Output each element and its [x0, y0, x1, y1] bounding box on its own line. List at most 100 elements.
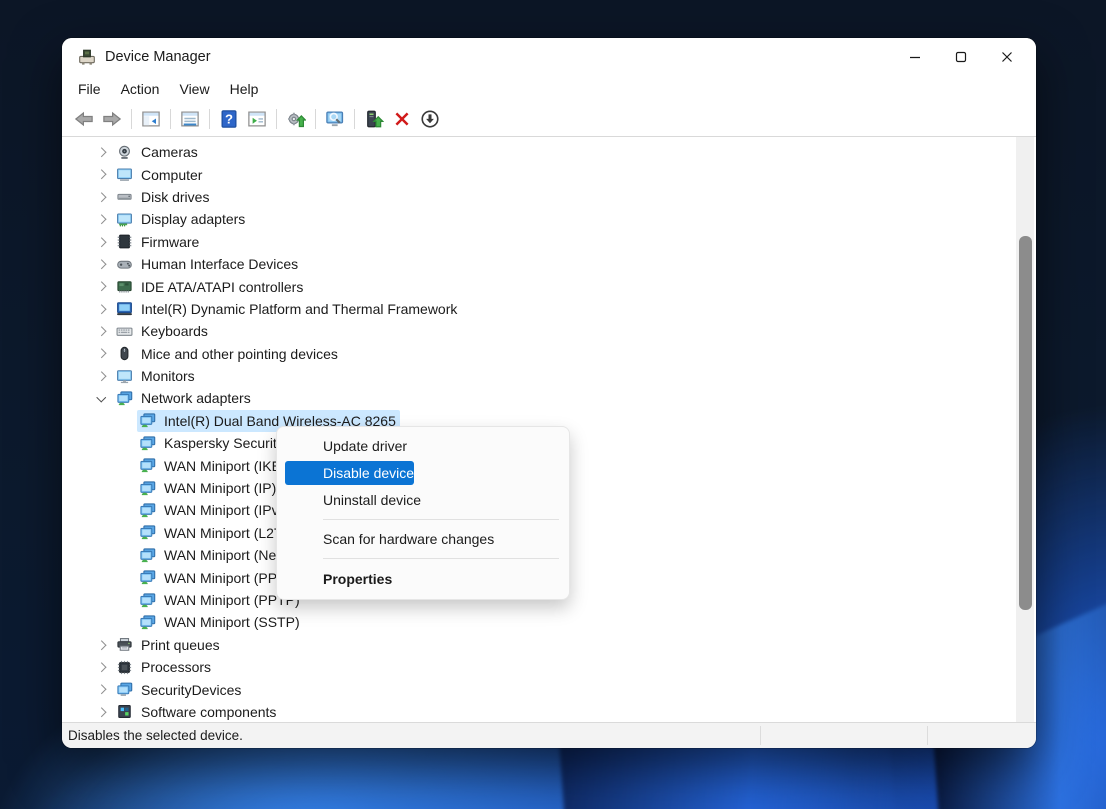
context-menu-item-properties[interactable]: Properties [277, 564, 569, 594]
tree-item-body: Cameras [114, 141, 202, 163]
thermal-platform-icon [116, 300, 133, 317]
tree-item[interactable]: Processors [62, 656, 1036, 678]
vertical-scrollbar[interactable] [1016, 137, 1034, 722]
toolbar: ? [62, 102, 1036, 137]
toolbar-separator [354, 109, 355, 129]
chevron-glyph [96, 663, 105, 672]
properties-window-icon [180, 109, 200, 129]
disable-circle-icon [420, 109, 440, 129]
scrollbar-thumb[interactable] [1019, 236, 1032, 610]
tree-item-body: Computer [114, 163, 206, 185]
toolbar-show-action-pane-button[interactable] [243, 106, 271, 133]
tree-item[interactable]: Keyboards [62, 320, 1036, 342]
context-menu-item-disable-device[interactable]: Disable device [285, 461, 414, 485]
tree-item[interactable]: Monitors [62, 365, 1036, 387]
chevron-right-icon[interactable] [94, 279, 110, 295]
menu-action[interactable]: Action [111, 78, 170, 100]
device-manager-icon [78, 48, 96, 66]
chevron-right-icon[interactable] [94, 234, 110, 250]
context-menu-separator [323, 519, 559, 520]
tree-item-body: Print queues [114, 634, 224, 656]
chevron-right-icon[interactable] [94, 704, 110, 720]
toolbar-update-device-driver-button[interactable] [360, 106, 388, 133]
chevron-glyph [96, 170, 105, 179]
menu-file[interactable]: File [68, 78, 111, 100]
chevron-right-icon[interactable] [94, 189, 110, 205]
tree-item[interactable]: WAN Miniport (SSTP) [62, 611, 1036, 633]
tree-item[interactable]: Display adapters [62, 208, 1036, 230]
chevron-down-icon[interactable] [94, 390, 110, 406]
context-menu-item-uninstall-device[interactable]: Uninstall device [277, 486, 569, 514]
toolbar-uninstall-device-button[interactable] [388, 106, 416, 133]
tree-item[interactable]: Network adapters [62, 387, 1036, 409]
close-button[interactable] [984, 38, 1030, 76]
uninstall-x-icon [392, 109, 412, 129]
status-bar: Disables the selected device. [62, 722, 1036, 748]
chevron-glyph [96, 707, 105, 716]
chevron-right-icon[interactable] [94, 144, 110, 160]
chevron-glyph [96, 349, 105, 358]
menu-help[interactable]: Help [220, 78, 269, 100]
tree-item-label: WAN Miniport (IP) [164, 480, 276, 496]
tree-item-body: Keyboards [114, 320, 212, 342]
tree-item-label: SecurityDevices [141, 682, 241, 698]
minimize-button[interactable] [892, 38, 938, 76]
toolbar-forward-button[interactable] [98, 106, 126, 133]
tree-item-label: Print queues [141, 637, 220, 653]
tree-item[interactable]: SecurityDevices [62, 678, 1036, 700]
toolbar-properties-button[interactable] [176, 106, 204, 133]
forward-arrow-icon [102, 109, 122, 129]
tree-item-body: Intel(R) Dynamic Platform and Thermal Fr… [114, 298, 461, 320]
chevron-right-icon[interactable] [94, 659, 110, 675]
tree-item[interactable]: Intel(R) Dynamic Platform and Thermal Fr… [62, 298, 1036, 320]
toolbar-show-console-tree-button[interactable] [137, 106, 165, 133]
hid-icon [116, 256, 133, 273]
toolbar-separator [131, 109, 132, 129]
tree-item[interactable]: Print queues [62, 634, 1036, 656]
maximize-button[interactable] [938, 38, 984, 76]
context-menu-item-update-driver[interactable]: Update driver [277, 432, 569, 460]
menu-view[interactable]: View [169, 78, 219, 100]
network-adapter-icon [139, 524, 156, 541]
printer-icon [116, 636, 133, 653]
tree-item[interactable]: Human Interface Devices [62, 253, 1036, 275]
chevron-right-icon[interactable] [94, 323, 110, 339]
context-menu-separator [323, 558, 559, 559]
context-menu-item-scan-for-hardware-changes[interactable]: Scan for hardware changes [277, 525, 569, 553]
chevron-right-icon[interactable] [94, 256, 110, 272]
security-device-icon [116, 681, 133, 698]
chevron-right-icon[interactable] [94, 368, 110, 384]
tree-item[interactable]: Mice and other pointing devices [62, 343, 1036, 365]
tree-item[interactable]: Cameras [62, 141, 1036, 163]
tree-item[interactable]: IDE ATA/ATAPI controllers [62, 275, 1036, 297]
device-update-icon [364, 109, 384, 129]
toolbar-scan-hardware-changes-button[interactable] [321, 106, 349, 133]
tree-item[interactable]: Disk drives [62, 186, 1036, 208]
chevron-right-icon[interactable] [94, 346, 110, 362]
chevron-right-icon[interactable] [94, 682, 110, 698]
chevron-right-icon[interactable] [94, 167, 110, 183]
network-adapter-icon [139, 435, 156, 452]
toolbar-update-driver-software-button[interactable] [282, 106, 310, 133]
chevron-right-icon[interactable] [94, 637, 110, 653]
toolbar-back-button[interactable] [70, 106, 98, 133]
tree-item-label: Computer [141, 167, 202, 183]
tree-item-label: Cameras [141, 144, 198, 160]
mouse-icon [116, 345, 133, 362]
tree-item-label: WAN Miniport (IPv6) [164, 502, 291, 518]
tree-item[interactable]: Firmware [62, 231, 1036, 253]
chevron-glyph [96, 327, 105, 336]
toolbar-disable-device-button[interactable] [416, 106, 444, 133]
toolbar-separator [276, 109, 277, 129]
tree-item[interactable]: Computer [62, 163, 1036, 185]
tree-item-body: Human Interface Devices [114, 253, 302, 275]
window-controls [892, 38, 1036, 76]
tree-item-body: WAN Miniport (IP) [137, 477, 280, 499]
toolbar-separator [170, 109, 171, 129]
keyboard-icon [116, 323, 133, 340]
chevron-right-icon[interactable] [94, 301, 110, 317]
chevron-glyph [96, 371, 105, 380]
toolbar-help-button[interactable]: ? [215, 106, 243, 133]
chevron-right-icon[interactable] [94, 211, 110, 227]
tree-item[interactable]: Software components [62, 701, 1036, 722]
